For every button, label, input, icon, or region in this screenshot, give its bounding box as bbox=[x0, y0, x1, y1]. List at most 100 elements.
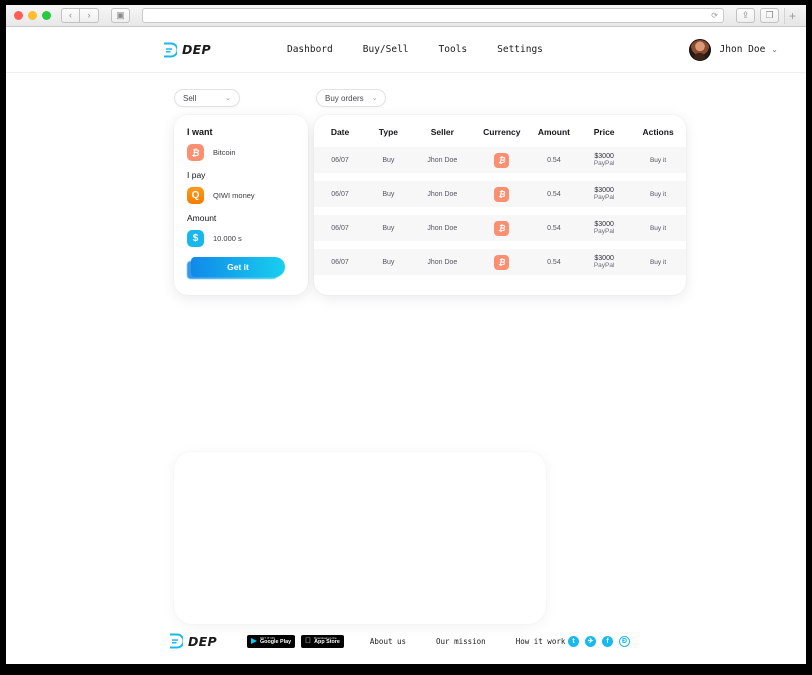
cell-actions: Buy it bbox=[630, 215, 686, 241]
user-name: Jhon Doe bbox=[719, 44, 766, 55]
amount-label: Amount bbox=[187, 213, 217, 223]
chevron-down-icon: ⌄ bbox=[225, 95, 231, 102]
orders-select-value: Buy orders bbox=[325, 93, 364, 103]
nav-item-settings[interactable]: Settings bbox=[497, 44, 543, 55]
share-icon[interactable]: ⇪ bbox=[736, 8, 755, 23]
price-value: $3000 bbox=[594, 187, 614, 194]
orders-table-body: 06/07 Buy Jhon Doe ₿ 0.54 $3000 PayPal B… bbox=[314, 147, 686, 275]
nav-item-dashboard[interactable]: Dashbord bbox=[287, 44, 333, 55]
footer-link-about-us[interactable]: About us bbox=[370, 637, 406, 646]
page-content: DEP Dashbord Buy/Sell Tools Settings Jho… bbox=[6, 27, 806, 664]
column-header-actions: Actions bbox=[642, 127, 674, 137]
cell-price: $3000 PayPal bbox=[578, 249, 631, 275]
orders-card: Date Type Seller Currency Amount Price A… bbox=[314, 115, 686, 295]
app-store-big-text: App Store bbox=[308, 638, 340, 645]
side-select-value: Sell bbox=[183, 93, 197, 103]
row-spacer bbox=[314, 173, 686, 181]
pay-field[interactable]: Q QIWI money bbox=[187, 187, 295, 204]
side-select[interactable]: Sell ⌄ bbox=[174, 89, 240, 107]
sidebar-icon[interactable]: ▣ bbox=[111, 8, 130, 23]
main-content: I want ₿ Bitcoin I pay Q QIWI money Amou… bbox=[6, 115, 806, 295]
orders-header-row: Date Type Seller Currency Amount Price A… bbox=[314, 115, 686, 147]
qiwi-icon: Q bbox=[187, 187, 204, 204]
facebook-icon[interactable]: f bbox=[602, 635, 613, 647]
bitcoin-icon: ₿ bbox=[187, 144, 204, 161]
close-window-button[interactable] bbox=[14, 11, 23, 20]
cell-price: $3000 PayPal bbox=[578, 181, 631, 207]
app-store-badge[interactable]:  Download on the App Store bbox=[301, 634, 344, 648]
table-row[interactable]: 06/07 Buy Jhon Doe ₿ 0.54 $3000 PayPal B… bbox=[314, 249, 686, 275]
google-play-icon bbox=[250, 638, 257, 644]
forward-icon[interactable]: › bbox=[80, 8, 99, 23]
buy-it-button[interactable]: Buy it bbox=[650, 259, 666, 266]
back-icon[interactable]: ‹ bbox=[61, 8, 80, 23]
table-row[interactable]: 06/07 Buy Jhon Doe ₿ 0.54 $3000 PayPal B… bbox=[314, 215, 686, 241]
price-method: PayPal bbox=[593, 160, 615, 167]
orders-table-head: Date Type Seller Currency Amount Price A… bbox=[314, 115, 686, 147]
amount-field[interactable]: $ 10.000 s bbox=[187, 230, 295, 247]
cell-date: 06/07 bbox=[314, 249, 367, 275]
chevron-down-icon[interactable]: ⌄ bbox=[771, 45, 778, 54]
cell-currency: ₿ bbox=[473, 249, 530, 275]
dep-logo-icon bbox=[170, 633, 183, 649]
column-header-date: Date bbox=[330, 127, 350, 137]
buy-it-button[interactable]: Buy it bbox=[650, 157, 666, 164]
cell-actions: Buy it bbox=[630, 249, 686, 275]
price-value: $3000 bbox=[594, 255, 614, 262]
price-value: $3000 bbox=[594, 153, 614, 160]
orders-select[interactable]: Buy orders ⌄ bbox=[316, 89, 386, 107]
social-links: t ✈ f Ɖ bbox=[568, 635, 630, 647]
buy-it-button[interactable]: Buy it bbox=[650, 191, 666, 198]
price-method: PayPal bbox=[593, 228, 615, 235]
address-bar[interactable]: ⟳ bbox=[142, 8, 724, 23]
bitcoin-icon: ₿ bbox=[494, 152, 510, 168]
dep-circle-icon[interactable]: Ɖ bbox=[619, 635, 630, 647]
column-header-seller: Seller bbox=[430, 127, 454, 137]
footer-brand-logo[interactable]: DEP bbox=[168, 633, 217, 649]
want-value: Bitcoin bbox=[213, 148, 236, 157]
telegram-icon[interactable]: ✈ bbox=[585, 635, 596, 647]
store-badges: GET IT ON Google Play  Download on the … bbox=[246, 634, 344, 648]
reload-icon[interactable]: ⟳ bbox=[711, 11, 718, 20]
buy-it-button[interactable]: Buy it bbox=[650, 225, 666, 232]
maximize-window-button[interactable] bbox=[42, 11, 51, 20]
dollar-icon: $ bbox=[187, 230, 204, 247]
brand-logo[interactable]: DEP bbox=[162, 42, 211, 58]
footer-link-our-mission[interactable]: Our mission bbox=[436, 637, 486, 646]
browser-window: ‹ › ▣ ⟳ ⇪ ❐ + DEP Dashbord Buy/Sell Tool… bbox=[6, 5, 806, 664]
minimize-window-button[interactable] bbox=[28, 11, 37, 20]
cell-seller: Jhon Doe bbox=[410, 249, 474, 275]
google-play-big-text: Google Play bbox=[259, 638, 292, 645]
cell-currency: ₿ bbox=[473, 147, 530, 173]
table-row[interactable]: 06/07 Buy Jhon Doe ₿ 0.54 $3000 PayPal B… bbox=[314, 147, 686, 173]
row-spacer bbox=[314, 241, 686, 249]
footer-link-how-it-work[interactable]: How it work bbox=[516, 637, 566, 646]
top-navigation: DEP Dashbord Buy/Sell Tools Settings Jho… bbox=[6, 27, 806, 73]
nav-item-tools[interactable]: Tools bbox=[439, 44, 468, 55]
brand-logo-text: DEP bbox=[182, 42, 211, 57]
apple-icon:  bbox=[305, 637, 311, 645]
twitter-icon[interactable]: t bbox=[568, 635, 579, 647]
column-header-currency: Currency bbox=[483, 127, 521, 137]
nav-item-buy-sell[interactable]: Buy/Sell bbox=[363, 44, 409, 55]
price-method: PayPal bbox=[593, 262, 615, 269]
get-it-button[interactable]: Get it bbox=[191, 257, 285, 277]
cell-amount: 0.54 bbox=[529, 249, 579, 275]
tabs-icon[interactable]: ❐ bbox=[760, 8, 779, 23]
spacer-cell bbox=[314, 207, 686, 215]
pay-label: I pay bbox=[187, 170, 206, 180]
table-row[interactable]: 06/07 Buy Jhon Doe ₿ 0.54 $3000 PayPal B… bbox=[314, 181, 686, 207]
amount-value: 10.000 s bbox=[213, 234, 242, 243]
price-value: $3000 bbox=[594, 221, 614, 228]
user-menu[interactable]: Jhon Doe ⌄ bbox=[688, 38, 778, 61]
chrome-right-actions: ⇪ ❐ + bbox=[736, 7, 800, 24]
new-tab-button[interactable]: + bbox=[784, 7, 800, 24]
bitcoin-icon: ₿ bbox=[494, 220, 510, 236]
cell-seller: Jhon Doe bbox=[410, 215, 474, 241]
offer-card: I want ₿ Bitcoin I pay Q QIWI money Amou… bbox=[174, 115, 308, 295]
column-header-type: Type bbox=[378, 127, 398, 137]
cell-date: 06/07 bbox=[314, 181, 367, 207]
google-play-badge[interactable]: GET IT ON Google Play bbox=[246, 634, 296, 648]
want-field[interactable]: ₿ Bitcoin bbox=[187, 144, 295, 161]
cell-date: 06/07 bbox=[314, 215, 367, 241]
